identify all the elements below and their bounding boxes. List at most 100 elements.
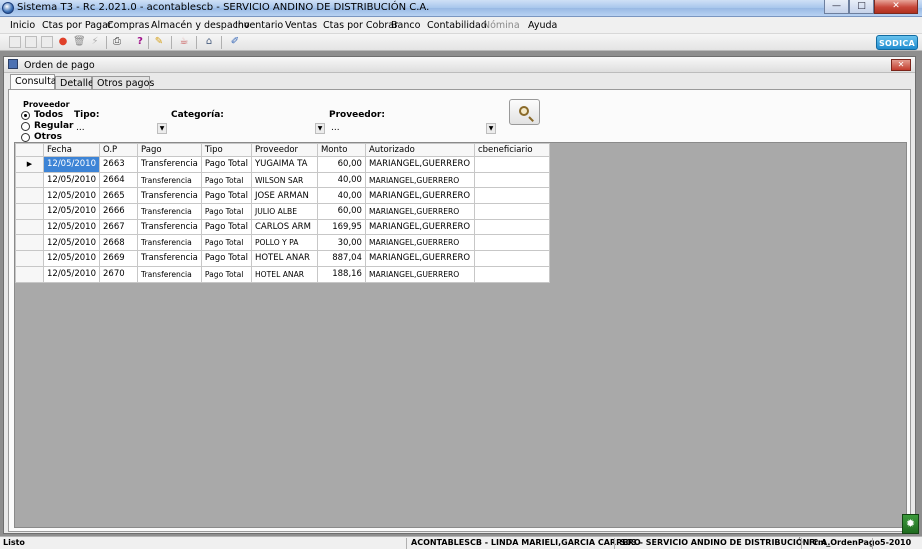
cell-op[interactable]: 2664 bbox=[99, 171, 138, 189]
cell-autorizado[interactable]: MARIANGEL,GUERRERO bbox=[364, 218, 475, 236]
column-header-cbeneficiario[interactable]: cbeneficiario bbox=[473, 143, 550, 157]
cell-pago[interactable]: Transferencia bbox=[137, 234, 202, 252]
cell-monto[interactable]: 169,95 bbox=[316, 218, 366, 236]
cell-op[interactable]: 2667 bbox=[99, 218, 138, 236]
cell-autorizado[interactable]: MARIANGEL,GUERRERO bbox=[364, 171, 475, 189]
child-close-button[interactable]: ✕ bbox=[891, 59, 911, 71]
cell-fecha[interactable]: 12/05/2010 bbox=[43, 265, 100, 283]
table-row[interactable]: 12/05/2010 2665 Transferencia Pago Total JOS… bbox=[15, 187, 550, 205]
menu-compras[interactable]: Compras bbox=[107, 20, 149, 31]
cell-autorizado[interactable]: MARIANGEL,GUERRERO bbox=[364, 187, 475, 205]
row-header[interactable] bbox=[15, 203, 44, 220]
table-row[interactable]: 12/05/2010 2670 Transferencia Pago Total HOT… bbox=[15, 265, 550, 283]
cup-icon[interactable]: ☕ bbox=[178, 36, 190, 48]
categoria-combo[interactable]: ▼ bbox=[171, 123, 325, 135]
cell-pago[interactable]: Transferencia bbox=[137, 187, 202, 205]
cell-tipo[interactable]: Pago Total bbox=[200, 218, 252, 236]
row-header[interactable]: ▶ bbox=[15, 156, 44, 173]
cell-cbeneficiario[interactable] bbox=[473, 171, 550, 189]
cell-monto[interactable]: 60,00 bbox=[316, 156, 366, 173]
cell-proveedor[interactable]: JOSE ARMAN bbox=[250, 187, 318, 205]
cell-op[interactable]: 2663 bbox=[99, 156, 138, 173]
cell-cbeneficiario[interactable] bbox=[473, 156, 550, 173]
table-row[interactable]: 12/05/2010 2668 Transferencia Pago Total POL… bbox=[15, 234, 550, 252]
radio-otros[interactable]: Otros bbox=[21, 132, 62, 142]
radio-otros-dot[interactable] bbox=[21, 132, 30, 142]
data-grid-area[interactable]: Fecha O.P Pago Tipo Proveedor Monto Auto… bbox=[14, 142, 907, 528]
cell-monto[interactable]: 30,00 bbox=[316, 234, 366, 252]
table-row[interactable]: ▶ 12/05/2010 2663 Transferencia Pago Total YU… bbox=[15, 156, 550, 173]
cell-cbeneficiario[interactable] bbox=[473, 203, 550, 220]
tab-otros-pagos[interactable]: Otros pagos bbox=[92, 76, 154, 90]
cell-autorizado[interactable]: MARIANGEL,GUERRERO bbox=[364, 250, 475, 267]
cell-pago[interactable]: Transferencia bbox=[137, 203, 202, 220]
cell-proveedor[interactable]: HOTEL ANAR bbox=[250, 250, 318, 267]
cell-monto[interactable]: 40,00 bbox=[316, 187, 366, 205]
cell-tipo[interactable]: Pago Total bbox=[200, 156, 252, 173]
cell-pago[interactable]: Transferencia bbox=[137, 156, 202, 173]
table-row[interactable]: 12/05/2010 2664 Transferencia Pago Total WIL… bbox=[15, 171, 550, 189]
cell-monto[interactable]: 887,04 bbox=[316, 250, 366, 267]
search-button[interactable] bbox=[509, 99, 540, 125]
cell-cbeneficiario[interactable] bbox=[473, 187, 550, 205]
cell-pago[interactable]: Transferencia bbox=[137, 218, 202, 236]
broom-icon[interactable]: ✎ bbox=[153, 36, 165, 48]
bank-icon[interactable]: ⌂ bbox=[203, 36, 215, 48]
proveedor-dropdown-icon[interactable]: ▼ bbox=[486, 123, 496, 134]
column-header-proveedor[interactable]: Proveedor bbox=[250, 143, 318, 157]
tool-icon[interactable]: ✐ bbox=[229, 36, 241, 48]
cell-autorizado[interactable]: MARIANGEL,GUERRERO bbox=[364, 156, 475, 173]
tab-consulta[interactable]: Consulta bbox=[10, 74, 57, 90]
cell-op[interactable]: 2670 bbox=[99, 265, 138, 283]
new-file-icon[interactable] bbox=[9, 36, 21, 48]
cell-cbeneficiario[interactable] bbox=[473, 218, 550, 236]
cell-tipo[interactable]: Pago Total bbox=[200, 250, 252, 267]
cell-op[interactable]: 2668 bbox=[99, 234, 138, 252]
column-header-fecha[interactable]: Fecha bbox=[43, 143, 100, 157]
cell-autorizado[interactable]: MARIANGEL,GUERRERO bbox=[364, 234, 475, 252]
cell-fecha[interactable]: 12/05/2010 bbox=[43, 187, 100, 205]
cell-fecha[interactable]: 12/05/2010 bbox=[43, 156, 100, 173]
cell-op[interactable]: 2665 bbox=[99, 187, 138, 205]
save-icon[interactable] bbox=[41, 36, 53, 48]
close-button[interactable]: ✕ bbox=[874, 0, 918, 14]
cell-fecha[interactable]: 12/05/2010 bbox=[43, 234, 100, 252]
maximize-button[interactable]: □ bbox=[849, 0, 874, 14]
tab-detalle[interactable]: Detalle bbox=[55, 76, 94, 90]
tipo-combo[interactable]: ... ▼ bbox=[76, 123, 167, 135]
open-file-icon[interactable] bbox=[25, 36, 37, 48]
cell-monto[interactable]: 40,00 bbox=[316, 171, 366, 189]
cell-pago[interactable]: Transferencia bbox=[137, 171, 202, 189]
help-icon[interactable]: ? bbox=[134, 36, 146, 48]
menu-ayuda[interactable]: Ayuda bbox=[528, 20, 557, 31]
column-header-pago[interactable]: Pago bbox=[137, 143, 202, 157]
cell-autorizado[interactable]: MARIANGEL,GUERRERO bbox=[364, 265, 475, 283]
row-header[interactable] bbox=[15, 171, 44, 189]
cell-op[interactable]: 2666 bbox=[99, 203, 138, 220]
record-icon[interactable]: ● bbox=[57, 36, 69, 48]
cell-fecha[interactable]: 12/05/2010 bbox=[43, 203, 100, 220]
cell-monto[interactable]: 60,00 bbox=[316, 203, 366, 220]
cell-tipo[interactable]: Pago Total bbox=[200, 203, 252, 220]
cell-pago[interactable]: Transferencia bbox=[137, 265, 202, 283]
column-header-tipo[interactable]: Tipo bbox=[200, 143, 252, 157]
cell-proveedor[interactable]: CARLOS ARM bbox=[250, 218, 318, 236]
cell-proveedor[interactable]: POLLO Y PA bbox=[250, 234, 318, 252]
cell-autorizado[interactable]: MARIANGEL,GUERRERO bbox=[364, 203, 475, 220]
cell-tipo[interactable]: Pago Total bbox=[200, 234, 252, 252]
row-header[interactable] bbox=[15, 234, 44, 252]
radio-todos-dot[interactable] bbox=[21, 110, 30, 120]
cell-proveedor[interactable]: HOTEL ANAR bbox=[250, 265, 318, 283]
gear-icon[interactable]: ✹ bbox=[902, 514, 919, 534]
menu-contabilidad[interactable]: Contabilidad bbox=[427, 20, 487, 31]
column-header-autorizado[interactable]: Autorizado bbox=[364, 143, 475, 157]
printer-icon[interactable]: ⎙ bbox=[111, 36, 123, 48]
cell-fecha[interactable]: 12/05/2010 bbox=[43, 171, 100, 189]
minimize-button[interactable]: — bbox=[824, 0, 849, 14]
menu-inicio[interactable]: Inicio bbox=[10, 20, 35, 31]
radio-todos[interactable]: Todos bbox=[21, 110, 63, 120]
cell-fecha[interactable]: 12/05/2010 bbox=[43, 218, 100, 236]
proveedor-combo[interactable]: ... ▼ bbox=[331, 123, 496, 135]
row-header[interactable] bbox=[15, 250, 44, 267]
lightning-icon[interactable]: ⚡ bbox=[89, 36, 101, 48]
